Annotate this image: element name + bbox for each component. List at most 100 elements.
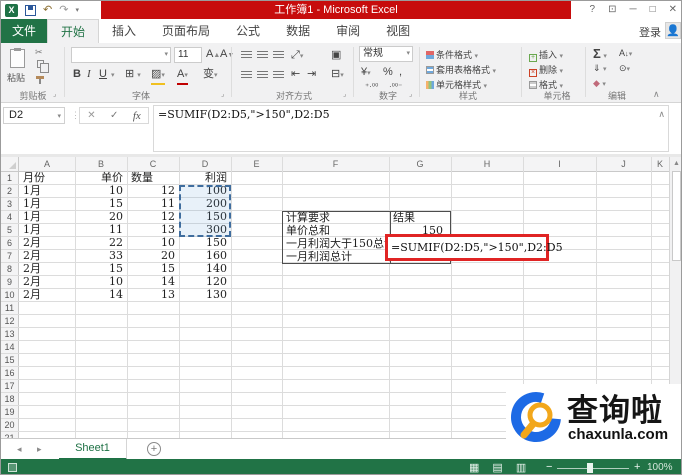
cell[interactable]: 20 (127, 250, 179, 262)
col-header-f[interactable]: F (282, 157, 389, 171)
qat-customize-icon[interactable]: ▾ (75, 6, 79, 14)
paste-icon[interactable] (10, 48, 25, 68)
col-header-c[interactable]: C (127, 157, 179, 171)
cell[interactable]: 单价总和 (286, 224, 386, 237)
cell[interactable]: 数量 (127, 172, 179, 184)
cell[interactable]: 160 (179, 250, 231, 262)
insert-function-icon[interactable]: fx (133, 110, 141, 122)
close-button[interactable]: ✕ (669, 3, 677, 17)
row-header[interactable]: 20 (1, 419, 19, 431)
cancel-entry-icon[interactable]: ✕ (87, 110, 95, 121)
collapse-formula-bar-icon[interactable]: ∧ (658, 109, 665, 120)
format-as-table-button[interactable]: 套用表格格式 ▾ (426, 63, 496, 76)
col-header-d[interactable]: D (179, 157, 231, 171)
cell[interactable]: 33 (75, 250, 127, 262)
cell[interactable]: 1月 (19, 224, 75, 236)
select-all-corner[interactable] (1, 157, 19, 171)
row-header[interactable]: 5 (1, 224, 19, 236)
page-break-view-icon[interactable]: ▥ (516, 461, 526, 474)
cell[interactable]: 1月 (19, 185, 75, 197)
cell[interactable]: 月份 (19, 172, 75, 184)
minimize-button[interactable]: ─ (629, 3, 636, 17)
name-box-dd-icon[interactable]: ▾ (57, 109, 61, 124)
row-header[interactable]: 17 (1, 380, 19, 392)
sort-filter-icon[interactable]: A↓▾ (619, 48, 632, 58)
save-icon[interactable] (25, 4, 36, 16)
find-select-icon[interactable]: ⊙▾ (619, 63, 630, 74)
align-center-icon[interactable] (257, 71, 268, 78)
cell[interactable]: 130 (179, 289, 231, 301)
align-bottom-icon[interactable] (273, 51, 284, 58)
cell[interactable]: 2月 (19, 289, 75, 301)
tab-data[interactable]: 数据 (273, 19, 323, 43)
row-header[interactable]: 16 (1, 367, 19, 379)
zoom-in-icon[interactable]: + (634, 461, 640, 473)
tab-view[interactable]: 视图 (373, 19, 423, 43)
underline-dd-icon[interactable]: ▾ (111, 72, 115, 79)
conditional-formatting-button[interactable]: 条件格式 ▾ (426, 48, 478, 61)
sheet-tab-sheet1[interactable]: Sheet1 (59, 439, 127, 460)
font-size-combo[interactable]: 11 (174, 47, 202, 63)
row-header[interactable]: 1 (1, 172, 19, 184)
cell[interactable]: 12 (127, 211, 179, 223)
collapse-ribbon-icon[interactable]: ∧ (653, 89, 660, 100)
format-painter-icon[interactable] (36, 76, 44, 84)
zoom-out-icon[interactable]: − (546, 461, 552, 473)
new-sheet-icon[interactable]: + (147, 442, 161, 456)
row-header[interactable]: 11 (1, 302, 19, 314)
comma-style-icon[interactable]: , (399, 65, 402, 79)
font-dialog-launcher-icon[interactable]: ⌟ (221, 90, 224, 98)
cell[interactable]: 一月利润总计 (286, 250, 386, 263)
merge-center-icon[interactable]: ⊟▾ (331, 67, 344, 83)
cell[interactable]: 14 (75, 289, 127, 301)
cell[interactable]: 22 (75, 237, 127, 249)
clipboard-dialog-launcher-icon[interactable]: ⌟ (53, 90, 56, 98)
cell[interactable]: 10 (75, 185, 127, 197)
autosum-button[interactable]: Σ ▾ (593, 46, 607, 61)
formula-input[interactable]: =SUMIF(D2:D5,">150",D2:D5 (153, 105, 669, 152)
col-header-i[interactable]: I (523, 157, 596, 171)
tab-review[interactable]: 审阅 (323, 19, 373, 43)
normal-view-icon[interactable]: ▦ (469, 461, 479, 474)
col-header-k[interactable]: K (651, 157, 669, 171)
col-header-g[interactable]: G (389, 157, 451, 171)
cell[interactable]: 计算要求 (286, 211, 386, 224)
zoom-level[interactable]: 100% (647, 462, 673, 473)
align-left-icon[interactable] (241, 71, 252, 78)
copy-icon[interactable] (37, 60, 49, 73)
login-link[interactable]: 登录 (639, 24, 661, 40)
row-header[interactable]: 2 (1, 185, 19, 197)
cell[interactable]: 140 (179, 263, 231, 275)
col-header-j[interactable]: J (596, 157, 651, 171)
align-right-icon[interactable] (273, 71, 284, 78)
cell[interactable]: 11 (75, 224, 127, 236)
col-header-e[interactable]: E (231, 157, 282, 171)
tab-home[interactable]: 开始 (47, 19, 100, 43)
page-layout-view-icon[interactable]: ▤ (492, 461, 502, 474)
cell[interactable]: 10 (75, 276, 127, 288)
cell[interactable]: 13 (127, 289, 179, 301)
help-button[interactable]: ? (590, 3, 596, 17)
grow-font-icon[interactable]: A▲ (206, 47, 220, 63)
font-name-combo[interactable]: ▾ (71, 47, 171, 63)
fill-color-icon[interactable]: ▨▾ (151, 67, 165, 85)
row-header[interactable]: 3 (1, 198, 19, 210)
percent-style-icon[interactable]: % (383, 65, 393, 79)
cell[interactable]: 14 (127, 276, 179, 288)
row-header[interactable]: 8 (1, 263, 19, 275)
tab-page-layout[interactable]: 页面布局 (149, 19, 223, 43)
delete-cells-button[interactable]: × 删除 ▾ (529, 63, 563, 77)
orientation-icon[interactable]: ⤢▾ (291, 48, 303, 64)
cell[interactable]: 2月 (19, 263, 75, 275)
user-avatar-icon[interactable]: 👤 (665, 22, 681, 39)
align-top-icon[interactable] (241, 51, 252, 58)
row-header[interactable]: 15 (1, 354, 19, 366)
cell[interactable]: 11 (127, 198, 179, 210)
tab-insert[interactable]: 插入 (99, 19, 149, 43)
number-dialog-launcher-icon[interactable]: ⌟ (409, 90, 412, 98)
col-header-b[interactable]: B (75, 157, 127, 171)
cell[interactable]: 15 (127, 263, 179, 275)
row-header[interactable]: 12 (1, 315, 19, 327)
cell[interactable]: 2月 (19, 237, 75, 249)
font-color-icon[interactable]: A▾ (177, 67, 188, 85)
